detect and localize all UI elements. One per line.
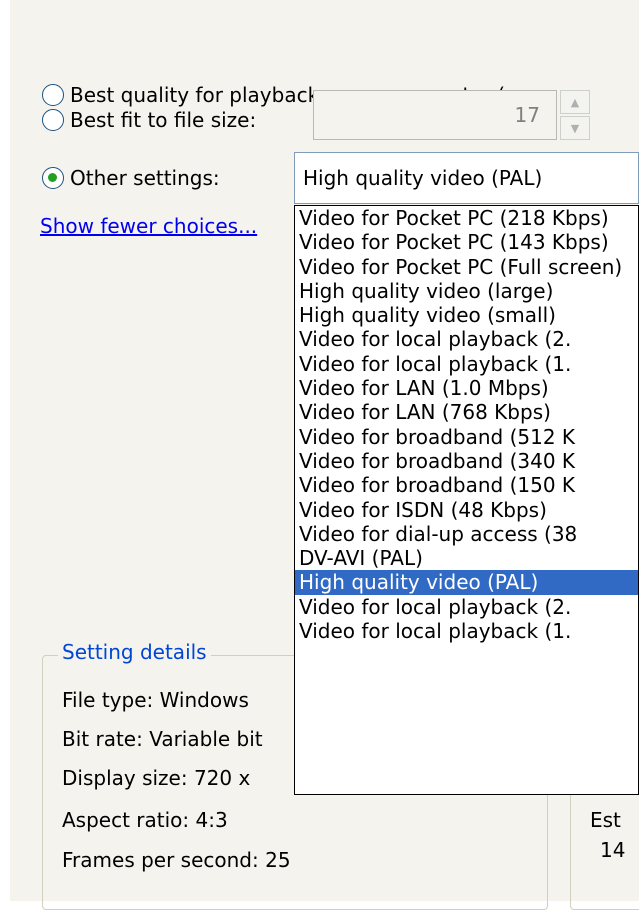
other-settings-option[interactable]: Other settings: [42,160,220,196]
estimate-value: 14 [600,838,626,862]
file-size-spinner[interactable]: ▲ ▼ [560,90,590,140]
dropdown-item[interactable]: Video for Pocket PC (143 Kbps) [295,230,638,254]
dropdown-item[interactable]: Video for ISDN (48 Kbps) [295,498,638,522]
spin-down-button[interactable]: ▼ [560,116,590,140]
detail-file-type: File type: Windows [62,688,249,712]
dropdown-item[interactable]: Video for local playback (1. [295,352,638,376]
detail-fps: Frames per second: 25 [62,848,291,872]
other-settings-radio[interactable] [42,167,64,189]
dropdown-item[interactable]: Video for local playback (2. [295,595,638,619]
estimate-label: Est [590,808,621,832]
dropdown-item[interactable]: High quality video (small) [295,303,638,327]
other-settings-combo[interactable]: High quality video (PAL) [294,152,639,204]
dropdown-item[interactable]: Video for LAN (768 Kbps) [295,400,638,424]
detail-aspect-ratio: Aspect ratio: 4:3 [62,808,228,832]
file-size-input[interactable]: 17 [313,90,557,140]
dropdown-item[interactable]: Video for broadband (340 K [295,449,638,473]
setting-details-title: Setting details [58,640,211,664]
best-fit-label: Best fit to file size: [70,108,257,132]
best-fit-radio[interactable] [42,109,64,131]
dropdown-item[interactable]: Video for broadband (512 K [295,425,638,449]
settings-dropdown-list[interactable]: Video for Pocket PC (218 Kbps) Video for … [294,205,639,795]
combo-selected-value: High quality video (PAL) [303,166,543,190]
spin-up-button[interactable]: ▲ [560,90,590,114]
best-fit-option[interactable]: Best fit to file size: [42,102,256,138]
dropdown-item[interactable]: High quality video (large) [295,279,638,303]
other-settings-label: Other settings: [70,166,220,190]
dropdown-item[interactable]: Video for Pocket PC (Full screen) [295,255,638,279]
dropdown-item[interactable]: Video for dial-up access (38 [295,522,638,546]
detail-display-size: Display size: 720 x [62,766,251,790]
dropdown-item[interactable]: Video for LAN (1.0 Mbps) [295,376,638,400]
dropdown-item[interactable]: Video for local playback (1. [295,619,638,643]
chevron-up-icon: ▲ [570,95,580,109]
dropdown-item[interactable]: High quality video (PAL) [295,570,638,595]
detail-bit-rate: Bit rate: Variable bit [62,727,263,751]
dropdown-item[interactable]: Video for local playback (2. [295,327,638,351]
dropdown-item[interactable]: Video for broadband (150 K [295,473,638,497]
dropdown-item[interactable]: Video for Pocket PC (218 Kbps) [295,206,638,230]
dropdown-item[interactable]: DV-AVI (PAL) [295,546,638,570]
show-fewer-choices-link[interactable]: Show fewer choices... [40,214,257,238]
chevron-down-icon: ▼ [570,121,580,135]
